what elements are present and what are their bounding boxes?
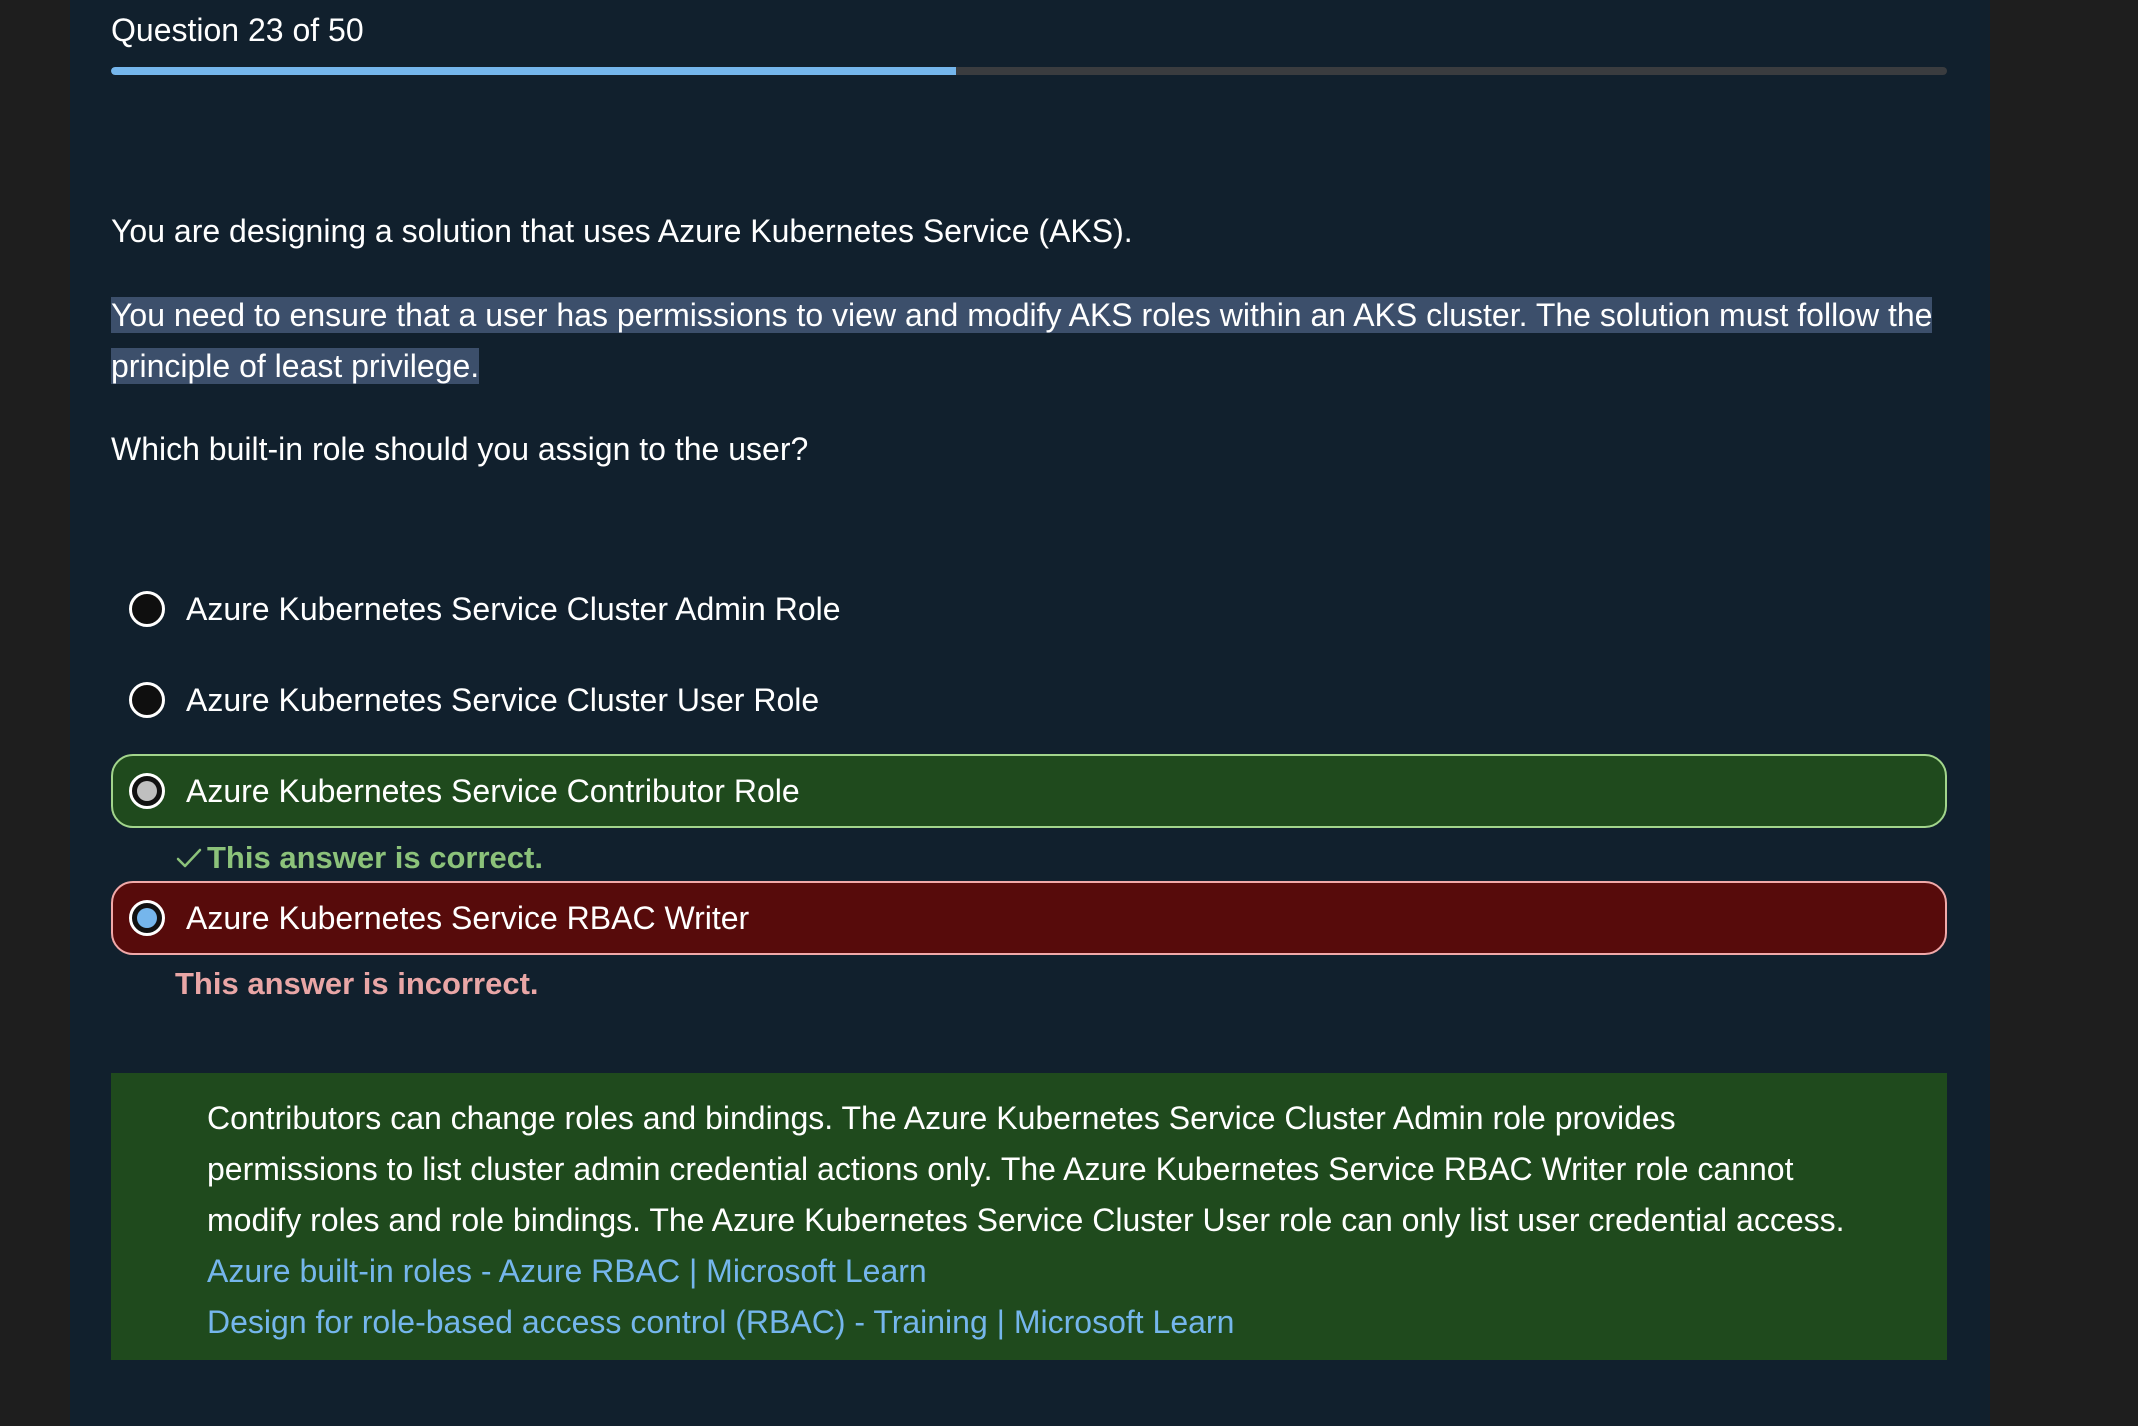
link-design-rbac-training[interactable]: Design for role-based access control (RB… xyxy=(207,1297,1851,1348)
correct-feedback-text: This answer is correct. xyxy=(207,840,543,875)
radio-button[interactable] xyxy=(129,773,165,809)
question-requirement: You need to ensure that a user has permi… xyxy=(111,290,1951,392)
answer-option-label: Azure Kubernetes Service Cluster User Ro… xyxy=(186,681,820,718)
answer-option-1[interactable]: Azure Kubernetes Service Cluster Admin R… xyxy=(111,572,1947,646)
question-prompt: Which built-in role should you assign to… xyxy=(111,431,809,467)
highlighted-text: You need to ensure that a user has permi… xyxy=(111,297,1933,384)
explanation-text: Contributors can change roles and bindin… xyxy=(207,1100,1845,1238)
incorrect-feedback: This answer is incorrect. xyxy=(175,966,539,1001)
correct-feedback: This answer is correct. xyxy=(175,838,543,878)
question-intro: You are designing a solution that uses A… xyxy=(111,213,1133,249)
checkmark-icon xyxy=(176,848,202,868)
radio-button[interactable] xyxy=(129,900,165,936)
answer-option-label: Azure Kubernetes Service Cluster Admin R… xyxy=(186,590,841,627)
question-counter: Question 23 of 50 xyxy=(111,12,364,48)
answer-option-2[interactable]: Azure Kubernetes Service Cluster User Ro… xyxy=(111,663,1947,737)
explanation-box: Contributors can change roles and bindin… xyxy=(111,1073,1947,1360)
link-azure-built-in-roles[interactable]: Azure built-in roles - Azure RBAC | Micr… xyxy=(207,1246,1851,1297)
answer-option-4-selected-incorrect[interactable]: Azure Kubernetes Service RBAC Writer xyxy=(111,881,1947,955)
progress-bar-fill xyxy=(111,67,956,75)
progress-bar xyxy=(111,67,1947,75)
answer-option-3-correct[interactable]: Azure Kubernetes Service Contributor Rol… xyxy=(111,754,1947,828)
radio-button[interactable] xyxy=(129,591,165,627)
answer-option-label: Azure Kubernetes Service Contributor Rol… xyxy=(186,772,800,809)
answer-option-label: Azure Kubernetes Service RBAC Writer xyxy=(186,899,750,936)
radio-button[interactable] xyxy=(129,682,165,718)
